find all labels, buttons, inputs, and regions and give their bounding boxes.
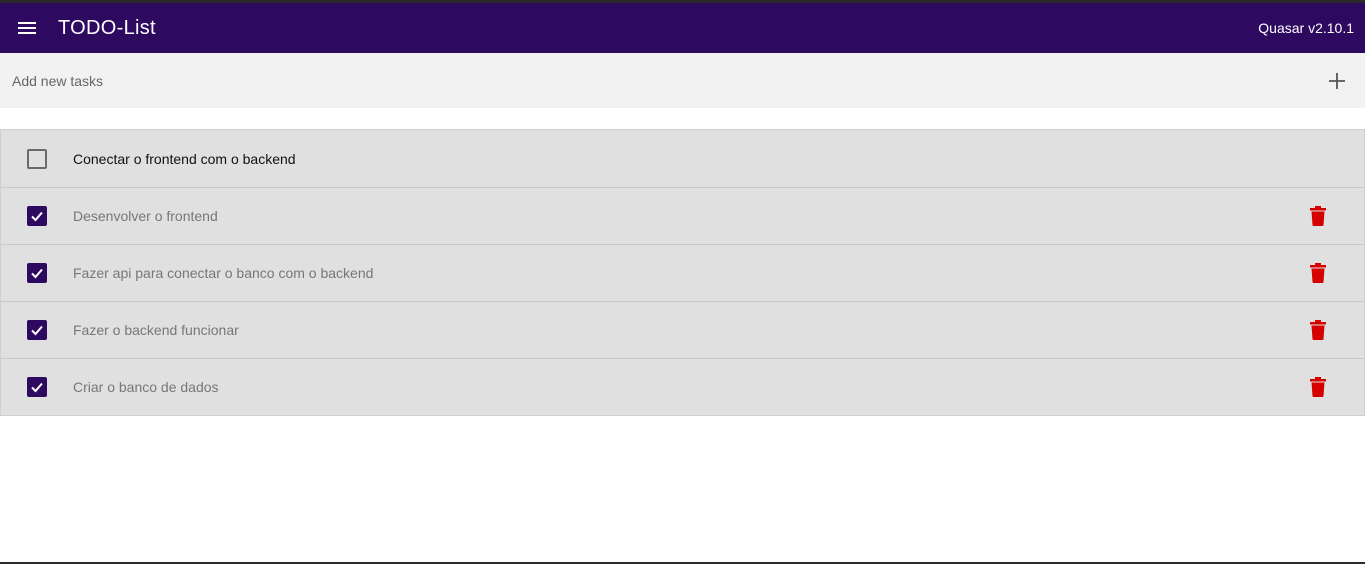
- task-checkbox[interactable]: [27, 263, 47, 283]
- task-checkbox[interactable]: [27, 320, 47, 340]
- trash-icon: [1310, 206, 1326, 226]
- app-header: TODO-List Quasar v2.10.1: [0, 3, 1365, 53]
- version-label: Quasar v2.10.1: [1258, 20, 1354, 36]
- trash-icon: [1310, 377, 1326, 397]
- menu-icon[interactable]: [18, 17, 40, 39]
- task-label: Fazer api para conectar o banco com o ba…: [73, 265, 374, 281]
- task-row[interactable]: Criar o banco de dados: [1, 358, 1364, 415]
- check-icon: [31, 211, 43, 222]
- task-row[interactable]: Fazer api para conectar o banco com o ba…: [1, 244, 1364, 301]
- task-row[interactable]: Conectar o frontend com o backend: [1, 130, 1364, 187]
- add-task-button[interactable]: [1317, 61, 1357, 101]
- add-task-input[interactable]: [0, 53, 1317, 108]
- trash-icon: [1310, 263, 1326, 283]
- task-row[interactable]: Desenvolver o frontend: [1, 187, 1364, 244]
- delete-task-button[interactable]: [1306, 375, 1330, 399]
- task-label: Desenvolver o frontend: [73, 208, 218, 224]
- add-task-bar: [0, 53, 1365, 108]
- delete-task-button[interactable]: [1306, 318, 1330, 342]
- task-label: Fazer o backend funcionar: [73, 322, 239, 338]
- task-label: Conectar o frontend com o backend: [73, 150, 296, 167]
- task-row[interactable]: Fazer o backend funcionar: [1, 301, 1364, 358]
- task-checkbox[interactable]: [27, 377, 47, 397]
- task-list: Conectar o frontend com o backend Desenvo…: [0, 129, 1365, 416]
- app-title: TODO-List: [58, 16, 156, 39]
- plus-icon: [1329, 72, 1345, 89]
- task-label: Criar o banco de dados: [73, 379, 219, 395]
- check-icon: [31, 325, 43, 336]
- task-checkbox[interactable]: [27, 148, 47, 169]
- check-icon: [31, 268, 43, 279]
- trash-icon: [1310, 320, 1326, 340]
- task-checkbox[interactable]: [27, 206, 47, 226]
- delete-task-button[interactable]: [1306, 261, 1330, 285]
- delete-task-button[interactable]: [1306, 204, 1330, 228]
- check-icon: [31, 382, 43, 393]
